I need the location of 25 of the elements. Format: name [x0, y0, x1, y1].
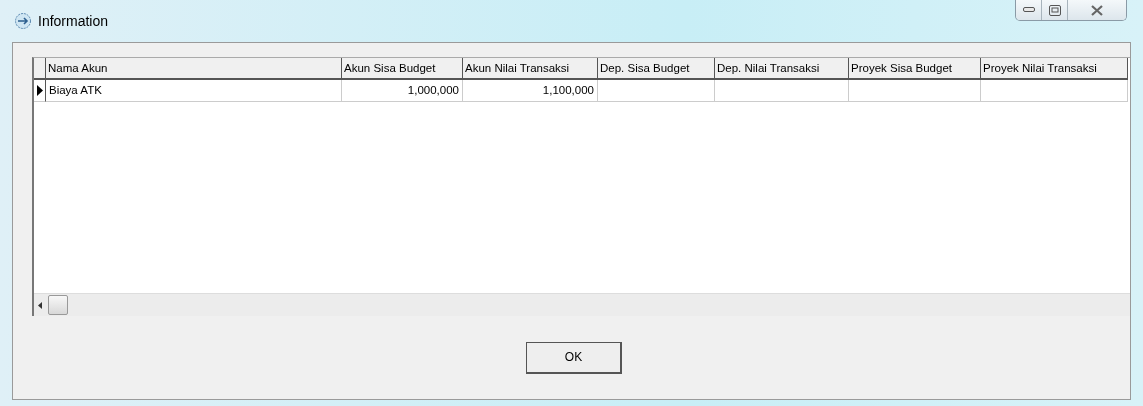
column-header[interactable]: Dep. Sisa Budget [598, 58, 715, 80]
column-header[interactable]: Proyek Sisa Budget [849, 58, 981, 80]
app-icon [14, 12, 32, 30]
window-title: Information [38, 13, 110, 29]
table-cell: Biaya ATK [46, 80, 342, 102]
close-button[interactable] [1068, 0, 1126, 20]
minimize-button[interactable] [1016, 0, 1042, 20]
header-corner [34, 58, 46, 80]
maximize-icon [1048, 4, 1061, 16]
column-header[interactable]: Akun Nilai Transaksi [463, 58, 598, 80]
table-cell: 1,000,000 [342, 80, 463, 102]
column-header[interactable]: Proyek Nilai Transaksi [981, 58, 1128, 80]
column-header[interactable]: Akun Sisa Budget [342, 58, 463, 80]
maximize-button[interactable] [1042, 0, 1068, 20]
minimize-icon [1022, 7, 1035, 13]
horizontal-scrollbar[interactable] [34, 293, 1130, 316]
table-cell: 1,100,000 [463, 80, 598, 102]
scroll-thumb[interactable] [48, 295, 68, 315]
current-row-icon [36, 85, 43, 96]
close-icon [1091, 4, 1103, 16]
row-header[interactable] [34, 80, 46, 102]
ok-button[interactable]: OK [526, 341, 622, 374]
column-header[interactable]: Dep. Nilai Transaksi [715, 58, 849, 80]
column-header[interactable]: Nama Akun [46, 58, 342, 80]
scroll-left-icon[interactable] [38, 301, 42, 309]
